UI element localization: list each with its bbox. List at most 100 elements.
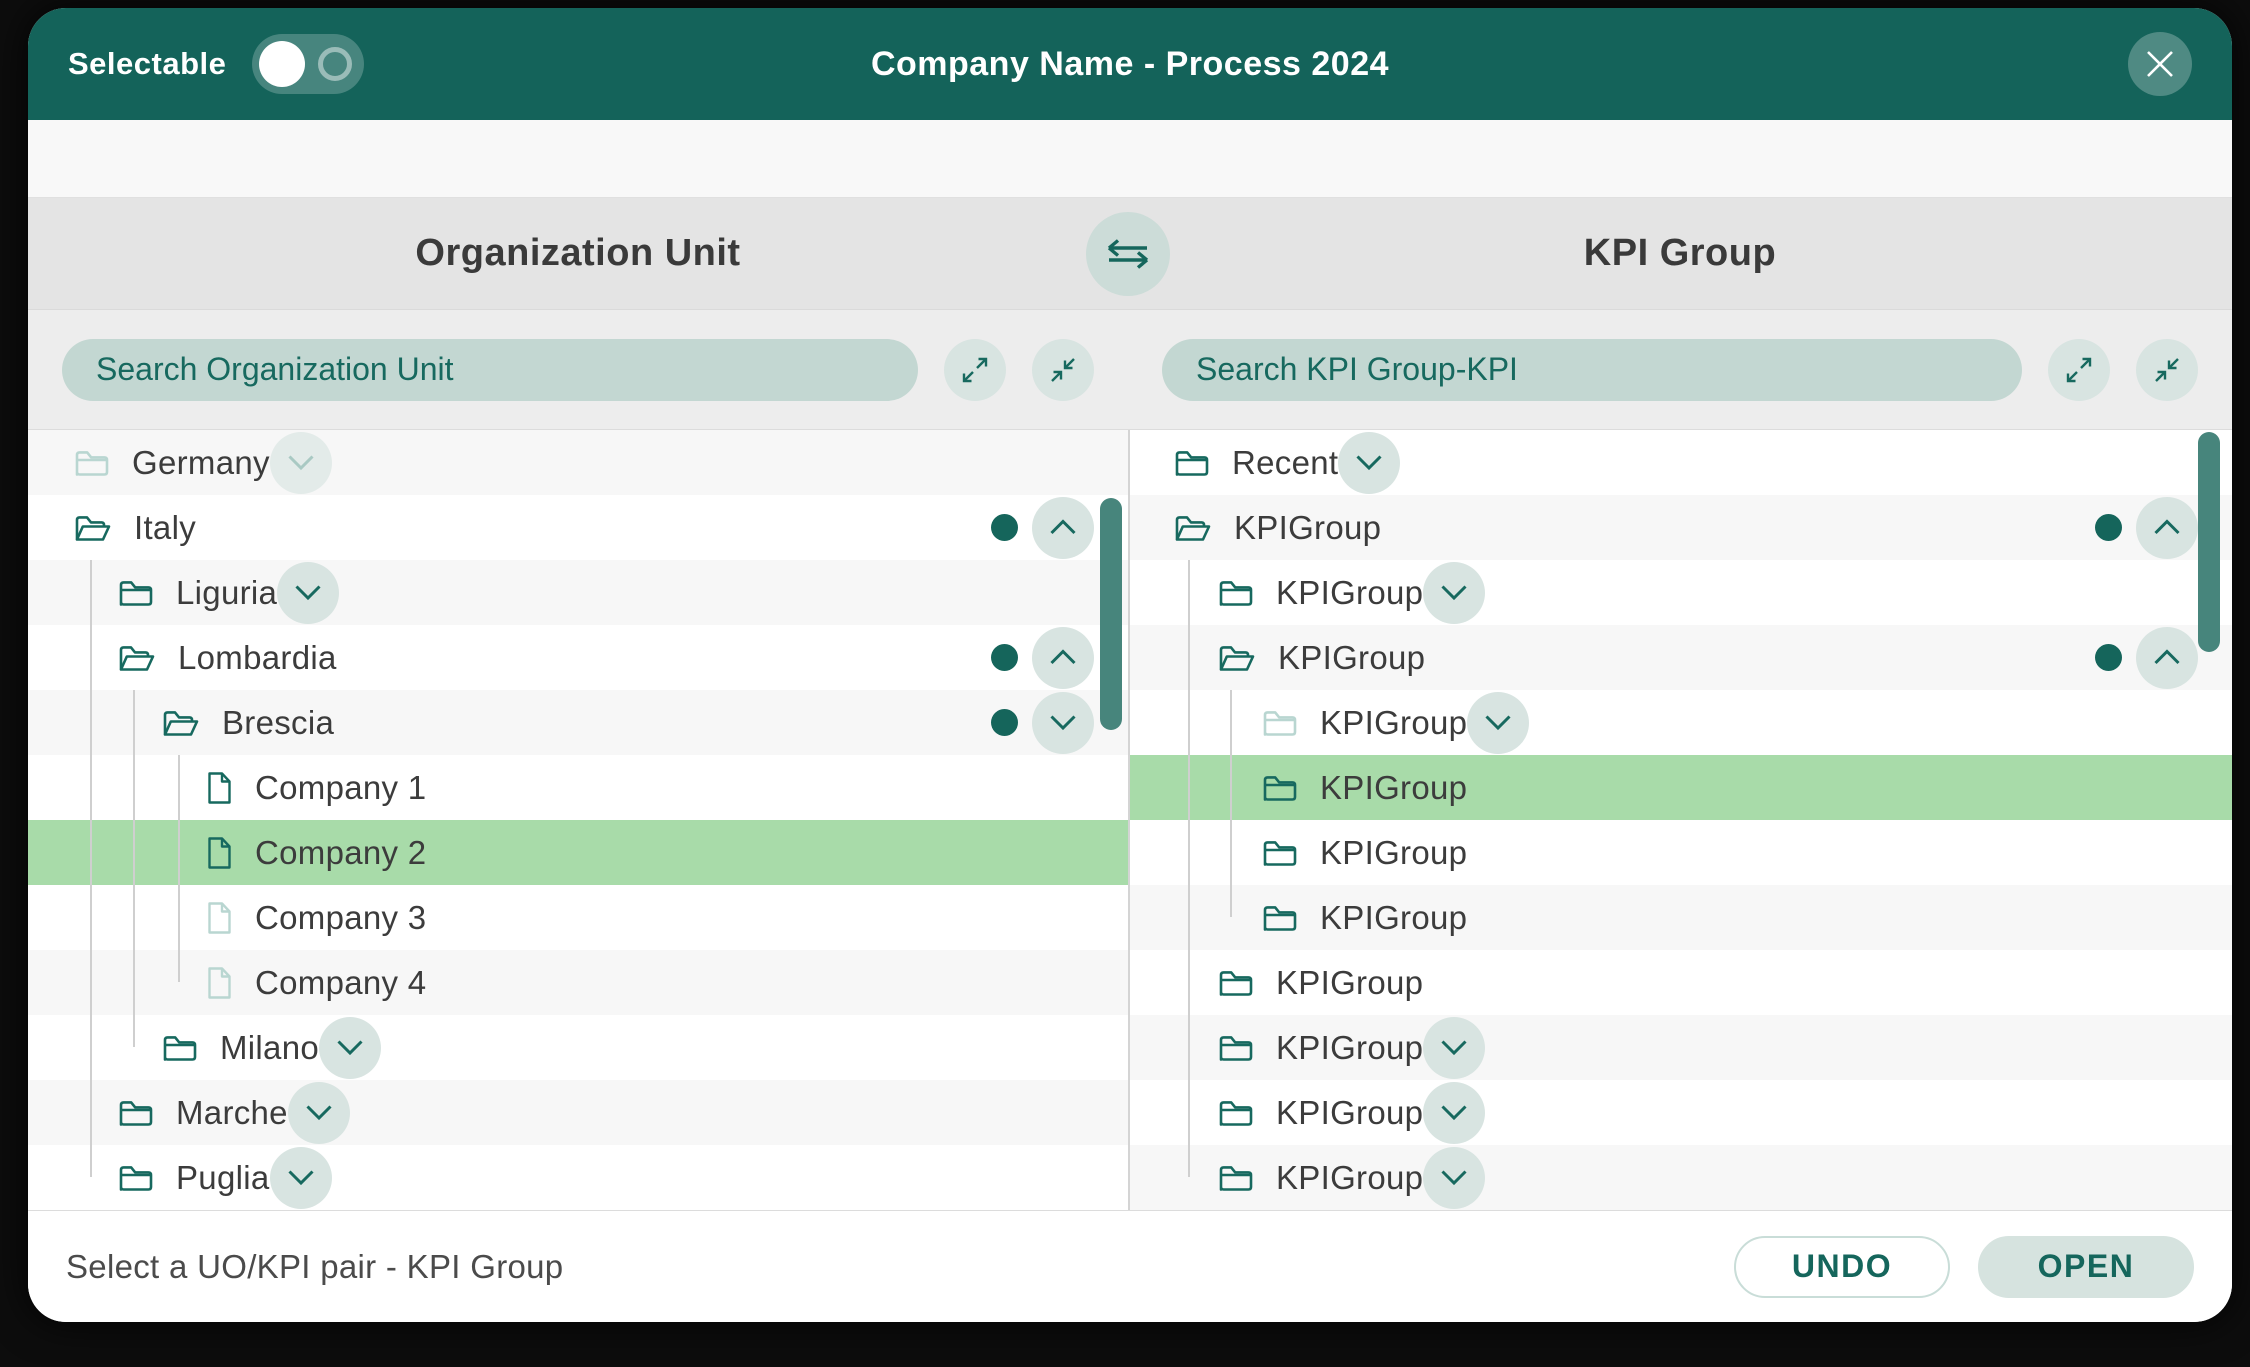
file-icon [206,771,233,805]
expand-row-button[interactable] [288,1082,350,1144]
expand-row-button[interactable] [1338,432,1400,494]
expand-row-button[interactable] [277,562,339,624]
tree-row[interactable]: KPIGroup [1128,950,2232,1015]
tree-row[interactable]: Lombardia [28,625,1128,690]
folder-open-icon [1218,642,1256,673]
folder-closed-icon [1218,967,1254,998]
tree-row[interactable]: KPIGroup [1128,625,2232,690]
expand-row-button[interactable] [1423,562,1485,624]
collapse-row-button[interactable] [2136,627,2198,689]
selectable-toggle-group: Selectable [68,34,364,94]
expand-row-button[interactable] [1032,692,1094,754]
right-panel-title: KPI Group [1584,232,1776,275]
tree-row[interactable]: KPIGroup [1128,755,2232,820]
chevron-down-icon [336,1039,364,1056]
chevron-down-icon [287,454,315,471]
tree-row[interactable]: Company 1 [28,755,1128,820]
tree-row[interactable]: Liguria [28,560,1128,625]
selection-dot-icon [991,709,1018,736]
tree-row-label: Recent [1232,444,1338,482]
kpi-group-panel: RecentKPIGroupKPIGroupKPIGroupKPIGroupKP… [1128,430,2232,1210]
uo-kpi-dialog: Selectable Company Name - Process 2024 O… [28,8,2232,1322]
left-panel-title: Organization Unit [415,232,740,275]
expand-all-left-button[interactable] [944,339,1006,401]
tree-row-label: Germany [132,444,270,482]
folder-closed-icon [74,447,110,478]
collapse-row-button[interactable] [2136,497,2198,559]
tree-row-label: Marche [176,1094,288,1132]
tree-row[interactable]: Company 2 [28,820,1128,885]
swap-panels-button[interactable] [1086,212,1170,296]
tree-row[interactable]: KPIGroup [1128,1145,2232,1210]
tree-row[interactable]: Italy [28,495,1128,560]
tree-row-label: Puglia [176,1159,270,1197]
file-icon [206,836,233,870]
tree-row[interactable]: Milano [28,1015,1128,1080]
right-scrollbar[interactable] [2198,432,2220,652]
tree-row[interactable]: KPIGroup [1128,560,2232,625]
collapse-all-right-button[interactable] [2136,339,2198,401]
folder-open-icon [118,642,156,673]
expand-row-button[interactable] [319,1017,381,1079]
tree-row[interactable]: Recent [1128,430,2232,495]
chevron-down-icon [1440,1169,1468,1186]
tree-row-label: KPIGroup [1276,574,1423,612]
dialog-titlebar: Selectable Company Name - Process 2024 [28,8,2232,120]
tree-guide-line [90,560,92,1177]
tree-row[interactable]: KPIGroup [1128,885,2232,950]
expand-row-button[interactable] [270,432,332,494]
expand-row-button[interactable] [1467,692,1529,754]
header-strip [28,120,2232,198]
tree-row-label: KPIGroup [1276,1159,1423,1197]
tree-row[interactable]: KPIGroup [1128,1080,2232,1145]
tree-row[interactable]: KPIGroup [1128,820,2232,885]
tree-row[interactable]: Brescia [28,690,1128,755]
selection-dot-icon [2095,644,2122,671]
collapse-row-button[interactable] [1032,627,1094,689]
folder-closed-icon [118,1162,154,1193]
tree-row-label: KPIGroup [1276,1094,1423,1132]
search-organization-unit-input[interactable] [62,339,918,401]
collapse-all-left-button[interactable] [1032,339,1094,401]
chevron-down-icon [1484,714,1512,731]
tree-row[interactable]: Germany [28,430,1128,495]
expand-all-icon [960,355,990,385]
tree-row-label: KPIGroup [1278,639,1425,677]
collapse-row-button[interactable] [1032,497,1094,559]
folder-closed-icon [118,1097,154,1128]
tree-row[interactable]: Company 3 [28,885,1128,950]
chevron-up-icon [1049,649,1077,666]
undo-button[interactable]: UNDO [1734,1236,1950,1298]
left-scrollbar[interactable] [1100,498,1122,730]
expand-row-button[interactable] [1423,1147,1485,1209]
tree-row-label: Liguria [176,574,277,612]
expand-all-right-button[interactable] [2048,339,2110,401]
open-button[interactable]: OPEN [1978,1236,2194,1298]
close-button[interactable] [2128,32,2192,96]
tree-guide-line [178,755,180,982]
column-headers: Organization Unit KPI Group [28,198,2232,310]
tree-guide-line [1230,690,1232,917]
expand-row-button[interactable] [270,1147,332,1209]
folder-open-icon [1174,512,1212,543]
selectable-toggle[interactable] [252,34,364,94]
tree-row[interactable]: KPIGroup [1128,495,2232,560]
tree-row[interactable]: KPIGroup [1128,1015,2232,1080]
tree-row[interactable]: Marche [28,1080,1128,1145]
chevron-up-icon [2153,519,2181,536]
folder-closed-icon [1262,707,1298,738]
swap-arrows-icon [1105,237,1151,271]
selection-dot-icon [991,644,1018,671]
tree-panels: GermanyItalyLiguriaLombardiaBresciaCompa… [28,430,2232,1210]
kpi-group-tree: RecentKPIGroupKPIGroupKPIGroupKPIGroupKP… [1128,430,2232,1210]
expand-row-button[interactable] [1423,1082,1485,1144]
chevron-down-icon [287,1169,315,1186]
folder-open-icon [162,707,200,738]
expand-row-button[interactable] [1423,1017,1485,1079]
tree-row[interactable]: Company 4 [28,950,1128,1015]
selection-dot-icon [2095,514,2122,541]
tree-row[interactable]: Puglia [28,1145,1128,1210]
search-kpi-group-input[interactable] [1162,339,2022,401]
toggle-knob-icon [259,41,305,87]
tree-row[interactable]: KPIGroup [1128,690,2232,755]
